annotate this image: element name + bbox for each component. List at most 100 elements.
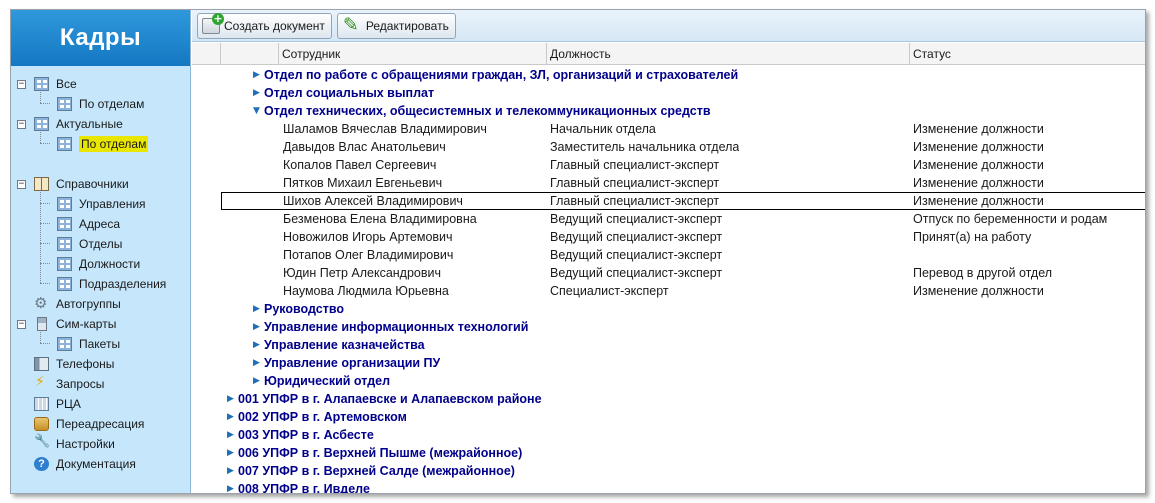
employee-row[interactable]: Давыдов Влас Анатольевич Заместитель нача…	[192, 138, 1145, 156]
create-document-button[interactable]: Создать документ	[197, 12, 332, 39]
employee-row[interactable]: Шихов Алексей Владимирович Главный специа…	[192, 192, 1145, 210]
sidebar-item-positions[interactable]: Должности	[57, 255, 140, 273]
tree-connector	[40, 223, 50, 224]
department-group-row[interactable]: ▼ Отдел технических, общесистемных и теле…	[192, 102, 1145, 120]
department-group-row[interactable]: ▶ Юридический отдел	[192, 372, 1145, 390]
department-group-row[interactable]: ▶ Управление информационных технологий	[192, 318, 1145, 336]
employee-row[interactable]: Юдин Петр Александрович Ведущий специалис…	[192, 264, 1145, 282]
grid-icon	[57, 137, 72, 151]
sidebar-item-label: Пакеты	[79, 337, 121, 351]
department-group-row[interactable]: ▶ Управление казначейства	[192, 336, 1145, 354]
sidebar-item-label: Справочники	[56, 177, 129, 191]
grid-icon	[57, 257, 72, 271]
collapsed-arrow-icon[interactable]: ▶	[227, 480, 234, 493]
collapsed-arrow-icon[interactable]: ▶	[227, 390, 234, 408]
collapse-icon[interactable]: −	[17, 79, 26, 89]
sidebar-item-managements[interactable]: Управления	[57, 195, 146, 213]
collapsed-arrow-icon[interactable]: ▶	[253, 372, 260, 390]
sidebar-item-addresses[interactable]: Адреса	[57, 215, 120, 233]
collapsed-arrow-icon[interactable]: ▶	[253, 336, 260, 354]
employee-row[interactable]: Новожилов Игорь Артемович Ведущий специал…	[192, 228, 1145, 246]
collapse-icon[interactable]: −	[17, 119, 26, 129]
sidebar-item-actual[interactable]: − Актуальные	[17, 115, 123, 133]
grid-icon	[57, 97, 72, 111]
group-label: Отдел социальных выплат	[264, 86, 435, 100]
branch-group-row[interactable]: ▶ 003 УПФР в г. Асбесте	[192, 426, 1145, 444]
edit-button[interactable]: Редактировать	[336, 12, 456, 39]
employee-status: Принят(а) на работу	[913, 230, 1032, 244]
collapsed-arrow-icon[interactable]: ▶	[227, 426, 234, 444]
gear-icon	[34, 294, 49, 312]
app-title: Кадры	[59, 24, 142, 51]
sidebar-item-label: Актуальные	[56, 117, 123, 131]
sidebar-item-label: Запросы	[56, 377, 105, 391]
sidebar-item-label: Настройки	[56, 437, 115, 451]
sidebar-item-label: Сим-карты	[56, 317, 117, 331]
department-group-row[interactable]: ▶ Управление организации ПУ	[192, 354, 1145, 372]
sidebar-item-redirection[interactable]: Переадресация	[34, 415, 144, 433]
employee-row[interactable]: Пятков Михаил Евгеньевич Главный специали…	[192, 174, 1145, 192]
column-header-position[interactable]: Должность	[547, 43, 910, 65]
employee-row[interactable]: Наумова Людмила Юрьевна Специалист-экспер…	[192, 282, 1145, 300]
sim-card-icon	[37, 317, 47, 331]
employee-row[interactable]: Потапов Олег Владимирович Ведущий специал…	[192, 246, 1145, 264]
grid-icon	[34, 117, 49, 131]
department-group-row[interactable]: ▶ Руководство	[192, 300, 1145, 318]
collapse-icon[interactable]: −	[17, 179, 26, 189]
department-group-row[interactable]: ▶ Отдел социальных выплат	[192, 84, 1145, 102]
group-label: 008 УПФР в г. Ивделе	[238, 482, 370, 494]
employee-row[interactable]: Шаламов Вячеслав Владимирович Начальник о…	[192, 120, 1145, 138]
collapsed-arrow-icon[interactable]: ▶	[227, 444, 234, 462]
branch-group-row[interactable]: ▶ 007 УПФР в г. Верхней Салде (межрайонно…	[192, 462, 1145, 480]
redirect-icon	[34, 417, 49, 431]
group-label: 002 УПФР в г. Артемовском	[238, 410, 407, 424]
employee-row[interactable]: Копалов Павел Сергеевич Главный специалис…	[192, 156, 1145, 174]
sidebar-item-departments[interactable]: Отделы	[57, 235, 122, 253]
collapsed-arrow-icon[interactable]: ▶	[253, 66, 260, 84]
expanded-arrow-icon[interactable]: ▼	[253, 102, 260, 120]
sidebar-item-packages[interactable]: Пакеты	[57, 335, 120, 353]
collapsed-arrow-icon[interactable]: ▶	[253, 300, 260, 318]
collapse-icon[interactable]: −	[17, 319, 26, 329]
collapsed-arrow-icon[interactable]: ▶	[227, 408, 234, 426]
collapsed-arrow-icon[interactable]: ▶	[253, 318, 260, 336]
employee-name: Шаламов Вячеслав Владимирович	[283, 122, 487, 136]
sidebar-item-all[interactable]: − Все	[17, 75, 77, 93]
sidebar-item-subdivisions[interactable]: Подразделения	[57, 275, 166, 293]
header-tree-column	[221, 43, 279, 65]
employee-position: Главный специалист-эксперт	[550, 194, 720, 208]
sidebar-item-settings[interactable]: Настройки	[34, 434, 115, 453]
sidebar-item-documentation[interactable]: ? Документация	[34, 455, 136, 473]
group-label: Отдел технических, общесистемных и телек…	[264, 104, 711, 118]
sidebar-item-requests[interactable]: Запросы	[34, 374, 105, 393]
branch-group-row[interactable]: ▶ 002 УПФР в г. Артемовском	[192, 408, 1145, 426]
sidebar-item-actual-by-departments[interactable]: По отделам	[57, 135, 149, 153]
book-icon	[34, 177, 49, 191]
sidebar-item-phones[interactable]: Телефоны	[34, 355, 114, 373]
department-group-row[interactable]: ▶ Отдел по работе с обращениями граждан, …	[192, 66, 1145, 84]
employee-name: Безменова Елена Владимировна	[283, 212, 477, 226]
employee-status: Изменение должности	[913, 122, 1044, 136]
employee-row[interactable]: Безменова Елена Владимировна Ведущий спец…	[192, 210, 1145, 228]
collapsed-arrow-icon[interactable]: ▶	[253, 84, 260, 102]
column-header-status[interactable]: Статус	[910, 43, 1145, 65]
grid-icon	[34, 77, 49, 91]
sidebar-item-references[interactable]: − Справочники	[17, 175, 129, 193]
sidebar-item-autogroups[interactable]: Автогруппы	[34, 294, 121, 313]
grid-rows: ▶ Отдел по работе с обращениями граждан, …	[192, 66, 1145, 493]
sidebar-item-sim-cards[interactable]: − Сим-карты	[17, 315, 116, 333]
group-label: Отдел по работе с обращениями граждан, З…	[264, 68, 739, 82]
sidebar-item-all-by-departments[interactable]: По отделам	[57, 95, 144, 113]
branch-group-row[interactable]: ▶ 006 УПФР в г. Верхней Пышме (межрайонно…	[192, 444, 1145, 462]
grid-icon	[57, 237, 72, 251]
employee-status: Отпуск по беременности и родам	[913, 212, 1108, 226]
employee-name: Пятков Михаил Евгеньевич	[283, 176, 443, 190]
sidebar-item-rca[interactable]: РЦА	[34, 395, 81, 413]
lightning-icon	[34, 374, 49, 391]
branch-group-row[interactable]: ▶ 001 УПФР в г. Алапаевске и Алапаевском …	[192, 390, 1145, 408]
branch-group-row[interactable]: ▶ 008 УПФР в г. Ивделе	[192, 480, 1145, 494]
collapsed-arrow-icon[interactable]: ▶	[227, 462, 234, 480]
column-header-employee[interactable]: Сотрудник	[279, 43, 547, 65]
employee-status: Изменение должности	[913, 284, 1044, 298]
collapsed-arrow-icon[interactable]: ▶	[253, 354, 260, 372]
